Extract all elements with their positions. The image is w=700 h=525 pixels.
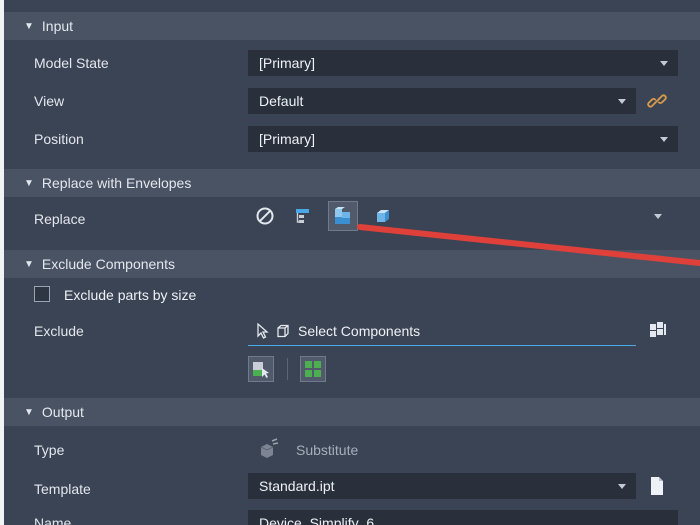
chevron-down-icon[interactable]	[654, 214, 662, 219]
section-header-envelopes[interactable]: ▼ Replace with Envelopes	[4, 169, 700, 197]
exclude-by-size-label: Exclude parts by size	[64, 287, 197, 303]
section-title-envelopes: Replace with Envelopes	[41, 175, 192, 191]
envelope-all-icon[interactable]	[328, 201, 358, 231]
exclude-label: Exclude	[34, 323, 84, 339]
no-replace-icon[interactable]	[252, 203, 278, 229]
triangle-down-icon: ▼	[24, 258, 34, 270]
toolbar-divider	[287, 358, 288, 380]
chevron-down-icon	[618, 484, 626, 489]
view-value: Default	[259, 93, 304, 109]
section-header-input[interactable]: ▼ Input	[4, 12, 700, 40]
section-header-exclude[interactable]: ▼ Exclude Components	[4, 250, 700, 278]
replace-label: Replace	[34, 211, 86, 227]
view-dropdown[interactable]: Default	[248, 88, 636, 114]
chevron-down-icon	[660, 137, 668, 142]
model-state-label: Model State	[34, 55, 109, 71]
envelope-single-icon[interactable]	[370, 203, 396, 229]
template-value: Standard.ipt	[259, 478, 335, 494]
template-label: Template	[34, 481, 91, 497]
model-state-value: [Primary]	[259, 55, 315, 71]
select-components-field[interactable]: Select Components	[248, 316, 636, 346]
select-multiple-icon[interactable]	[300, 356, 326, 382]
simplify-panel: ▼ Input Model State [Primary] View Defau…	[4, 0, 700, 525]
model-state-dropdown[interactable]: [Primary]	[248, 50, 678, 76]
triangle-down-icon: ▼	[24, 406, 34, 418]
position-value: [Primary]	[259, 131, 315, 147]
exclude-by-size-checkbox[interactable]	[34, 286, 50, 302]
tree-icon[interactable]	[290, 203, 316, 229]
position-label: Position	[34, 131, 84, 147]
chevron-down-icon	[660, 61, 668, 66]
view-label: View	[34, 93, 65, 109]
section-title-input: Input	[41, 18, 74, 34]
section-title-exclude: Exclude Components	[41, 256, 175, 272]
type-label: Type	[34, 442, 65, 458]
substitute-icon[interactable]	[258, 438, 280, 460]
chevron-down-icon	[618, 99, 626, 104]
template-dropdown[interactable]: Standard.ipt	[248, 473, 636, 499]
section-header-output[interactable]: ▼ Output	[4, 398, 700, 426]
name-field[interactable]: Device_Simplify_6	[248, 510, 678, 525]
triangle-down-icon: ▼	[24, 20, 34, 32]
type-value: Substitute	[296, 442, 359, 458]
section-title-output: Output	[41, 404, 84, 420]
cursor-icon	[256, 322, 270, 339]
grid-select-icon[interactable]	[644, 316, 672, 344]
select-components-text: Select Components	[298, 322, 421, 339]
triangle-down-icon: ▼	[24, 177, 34, 189]
name-value: Device_Simplify_6	[259, 515, 375, 525]
file-icon[interactable]	[644, 473, 670, 499]
link-icon[interactable]	[644, 88, 670, 114]
position-dropdown[interactable]: [Primary]	[248, 126, 678, 152]
select-visible-icon[interactable]	[248, 356, 274, 382]
name-label: Name	[34, 515, 72, 525]
component-icon	[276, 324, 290, 338]
